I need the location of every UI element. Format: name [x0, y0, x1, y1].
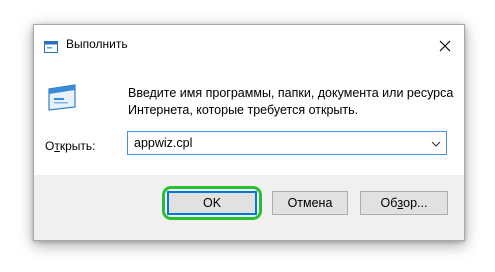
- close-button[interactable]: [434, 35, 456, 57]
- open-label-suffix: крыть:: [59, 139, 96, 153]
- open-label-prefix: О: [45, 139, 55, 153]
- browse-label-suffix: ор...: [403, 196, 428, 210]
- dialog-content: Введите имя программы, папки, документа …: [34, 65, 464, 175]
- chevron-down-icon[interactable]: [430, 137, 442, 149]
- run-program-icon: [45, 83, 79, 111]
- description-line-1: Введите имя программы, папки, документа …: [128, 86, 454, 100]
- window-title: Выполнить: [66, 37, 128, 51]
- ok-button[interactable]: OK: [167, 191, 257, 215]
- close-icon: [439, 40, 451, 52]
- browse-label-prefix: Об: [380, 196, 398, 210]
- description-line-2: Интернета, которые требуется открыть.: [128, 103, 359, 117]
- run-icon: [44, 40, 58, 53]
- browse-button[interactable]: Об з ор...: [360, 191, 448, 215]
- title-bar: Выполнить: [34, 25, 464, 65]
- open-label: Открыть:: [45, 139, 95, 153]
- run-dialog: Выполнить Введите имя программы, папки, …: [33, 24, 465, 241]
- open-combobox[interactable]: appwiz.cpl: [127, 131, 447, 155]
- open-input[interactable]: appwiz.cpl: [134, 136, 192, 150]
- button-bar: OK Отмена Об з ор...: [34, 175, 464, 240]
- description-text: Введите имя программы, папки, документа …: [128, 85, 458, 119]
- cancel-button[interactable]: Отмена: [272, 191, 348, 215]
